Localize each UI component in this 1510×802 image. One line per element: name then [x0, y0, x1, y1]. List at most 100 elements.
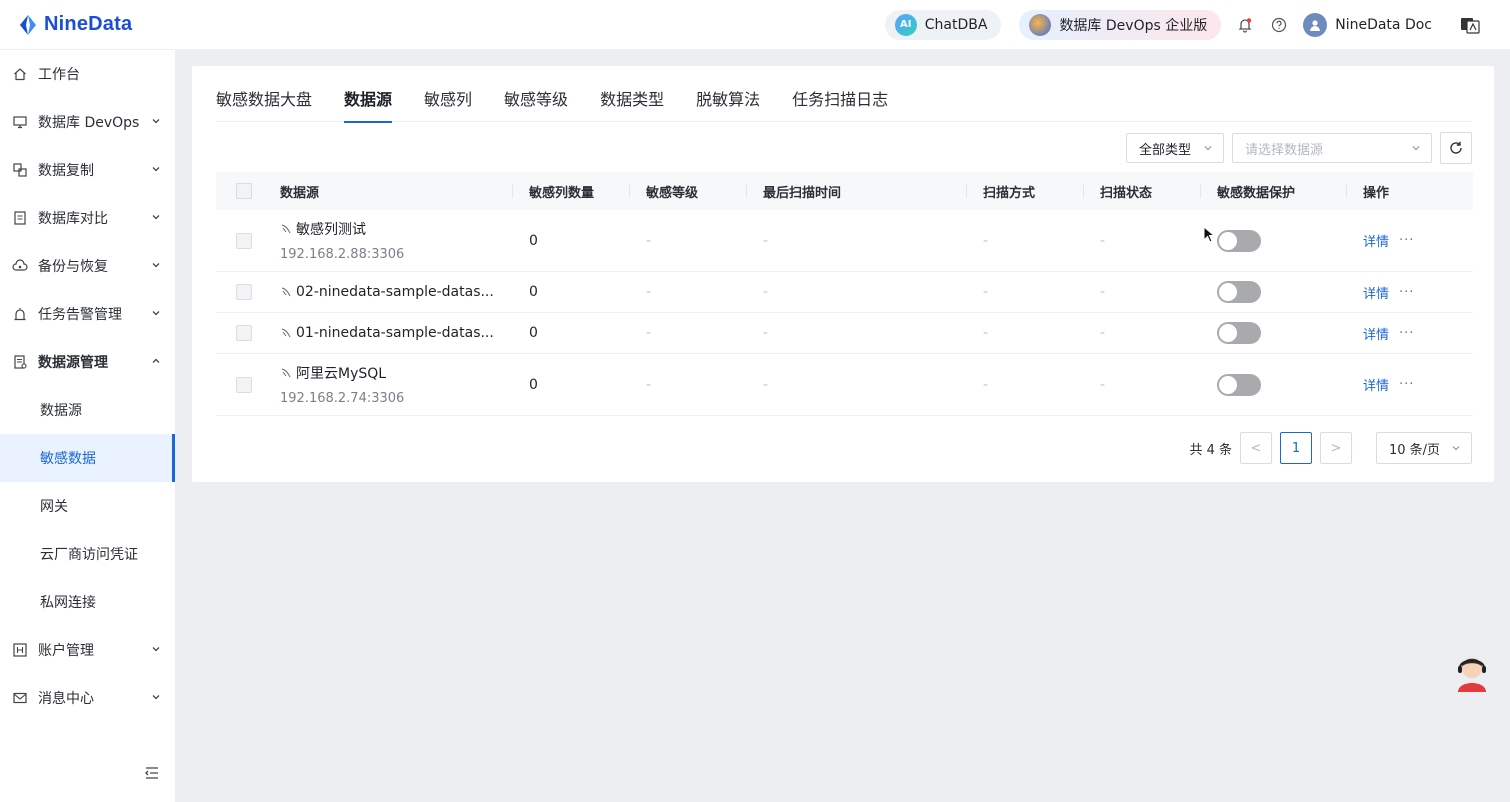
more-icon[interactable]: ···: [1399, 326, 1414, 341]
chevron-down-icon: [1204, 146, 1212, 151]
chevron-up-icon: [152, 358, 160, 363]
tab-masking-algorithms[interactable]: 脱敏算法: [696, 66, 760, 122]
sidebar-item-backup[interactable]: 备份与恢复: [0, 242, 175, 290]
row-checkbox[interactable]: [236, 232, 252, 249]
home-icon: [12, 66, 28, 82]
prev-page-button[interactable]: <: [1240, 432, 1272, 464]
datasource-name[interactable]: 02-ninedata-sample-datas...: [280, 284, 494, 300]
sidebar-item-datasource-management[interactable]: 数据源管理: [0, 338, 175, 386]
page-size-select[interactable]: 10 条/页: [1376, 432, 1472, 464]
header-protection: 敏感数据保护: [1201, 172, 1347, 210]
details-link[interactable]: 详情: [1363, 375, 1389, 394]
collapse-sidebar-icon[interactable]: [144, 766, 160, 780]
chevron-down-icon: [152, 311, 160, 316]
language-switch-icon[interactable]: [1460, 16, 1480, 34]
details-link[interactable]: 详情: [1363, 231, 1389, 250]
row-checkbox[interactable]: [236, 284, 252, 300]
datasource-name-text: 02-ninedata-sample-datas...: [296, 284, 494, 300]
chatdba-button[interactable]: AI ChatDBA: [884, 9, 1002, 40]
datasource-icon: [12, 354, 28, 370]
sensitive-level: -: [646, 284, 652, 300]
header-actions: 操作: [1363, 185, 1390, 201]
datasource-address: 192.168.2.74:3306: [280, 391, 405, 406]
last-scan-time: -: [763, 232, 769, 249]
datasource-cell: 01-ninedata-sample-datas...: [256, 325, 513, 341]
sensitive-count: 0: [529, 232, 538, 249]
tab-sensitive-columns[interactable]: 敏感列: [424, 66, 472, 122]
protection-toggle[interactable]: [1217, 281, 1261, 303]
tab-scan-logs[interactable]: 任务扫描日志: [792, 66, 888, 122]
datasource-name[interactable]: 阿里云MySQL: [280, 363, 386, 383]
sidebar-item-compare[interactable]: 数据库对比: [0, 194, 175, 242]
sensitive-count: 0: [529, 325, 538, 341]
brand-name: NineData: [44, 13, 133, 35]
notification-bell-icon[interactable]: [1235, 15, 1255, 35]
sidebar-item-messages[interactable]: 消息中心: [0, 674, 175, 722]
more-icon[interactable]: ···: [1399, 285, 1414, 300]
refresh-button[interactable]: [1440, 132, 1472, 164]
row-checkbox-cell: [216, 325, 256, 341]
details-link[interactable]: 详情: [1363, 283, 1389, 302]
sidebar-item-account[interactable]: 账户管理: [0, 626, 175, 674]
sidebar-subitem-datasource[interactable]: 数据源: [0, 386, 175, 434]
sidebar-subitem-sensitive-data[interactable]: 敏感数据: [0, 434, 175, 482]
type-select[interactable]: 全部类型: [1126, 133, 1224, 163]
sidebar-item-workbench[interactable]: 工作台: [0, 50, 175, 98]
datasource-name-text: 01-ninedata-sample-datas...: [296, 325, 494, 341]
more-icon[interactable]: ···: [1399, 233, 1414, 248]
table-row: 敏感列测试 192.168.2.88:3306 0 - - - - 详情 ···: [216, 210, 1473, 272]
mysql-dolphin-icon: [281, 224, 291, 234]
actions-cell: 详情 ···: [1347, 283, 1473, 302]
devops-edition-button[interactable]: 数据库 DevOps 企业版: [1019, 9, 1222, 40]
user-menu[interactable]: NineData Doc: [1303, 12, 1432, 37]
scan-method: -: [983, 325, 989, 341]
sensitive-count: 0: [529, 284, 538, 300]
cloud-backup-icon: [12, 258, 28, 274]
sidebar-subitem-private-link[interactable]: 私网连接: [0, 578, 175, 626]
chevron-down-icon: [152, 167, 160, 172]
chatdba-label: ChatDBA: [924, 16, 988, 33]
customer-service-button[interactable]: [1452, 648, 1492, 692]
datasource-cell: 敏感列测试 192.168.2.88:3306: [256, 219, 513, 262]
sidebar-item-devops[interactable]: 数据库 DevOps: [0, 98, 175, 146]
page-1-button[interactable]: 1: [1280, 432, 1312, 464]
datasource-name-text: 阿里云MySQL: [296, 366, 387, 382]
sensitive-level: -: [646, 232, 652, 249]
sidebar-item-label: 数据复制: [38, 163, 94, 179]
datasource-name[interactable]: 01-ninedata-sample-datas...: [280, 325, 494, 341]
customer-service-avatar-icon: [1458, 658, 1486, 692]
scan-status: -: [1100, 232, 1106, 249]
protection-toggle[interactable]: [1217, 229, 1261, 252]
sensitive-level: -: [646, 325, 652, 341]
select-all-checkbox[interactable]: [236, 183, 252, 199]
protection-toggle[interactable]: [1217, 373, 1261, 396]
tab-sensitive-levels[interactable]: 敏感等级: [504, 66, 568, 122]
details-link[interactable]: 详情: [1363, 324, 1389, 343]
row-checkbox[interactable]: [236, 376, 252, 393]
logo[interactable]: NineData: [16, 13, 132, 37]
row-checkbox[interactable]: [236, 325, 252, 341]
help-icon[interactable]: [1269, 15, 1289, 35]
tab-datasource[interactable]: 数据源: [344, 66, 393, 123]
protection-cell: [1201, 229, 1347, 252]
next-page-button[interactable]: >: [1320, 432, 1352, 464]
sidebar-item-alarm[interactable]: 任务告警管理: [0, 290, 175, 338]
page-size-value: 10 条/页: [1389, 442, 1441, 458]
datasource-name[interactable]: 敏感列测试: [280, 219, 366, 239]
copy-icon: [12, 162, 28, 178]
header-sensitive-level: 敏感等级: [630, 172, 747, 210]
tab-sensitive-dashboard[interactable]: 敏感数据大盘: [216, 66, 312, 122]
datasource-select[interactable]: 请选择数据源: [1232, 133, 1432, 163]
actions-cell: 详情 ···: [1347, 375, 1473, 394]
sidebar-subitem-cloud-credentials[interactable]: 云厂商访问凭证: [0, 530, 175, 578]
user-name: NineData Doc: [1335, 16, 1432, 33]
sidebar-subitem-gateway[interactable]: 网关: [0, 482, 175, 530]
sidebar-item-replication[interactable]: 数据复制: [0, 146, 175, 194]
protection-toggle[interactable]: [1217, 322, 1261, 344]
sidebar-item-label: 数据源管理: [38, 355, 108, 371]
tab-data-types[interactable]: 数据类型: [600, 66, 664, 122]
sensitive-count: 0: [529, 376, 538, 393]
datasource-table: 数据源 敏感列数量 敏感等级 最后扫描时间 扫描方式 扫描状态 敏感数据保护 操…: [216, 172, 1473, 416]
scan-method: -: [983, 376, 989, 393]
more-icon[interactable]: ···: [1399, 377, 1414, 392]
